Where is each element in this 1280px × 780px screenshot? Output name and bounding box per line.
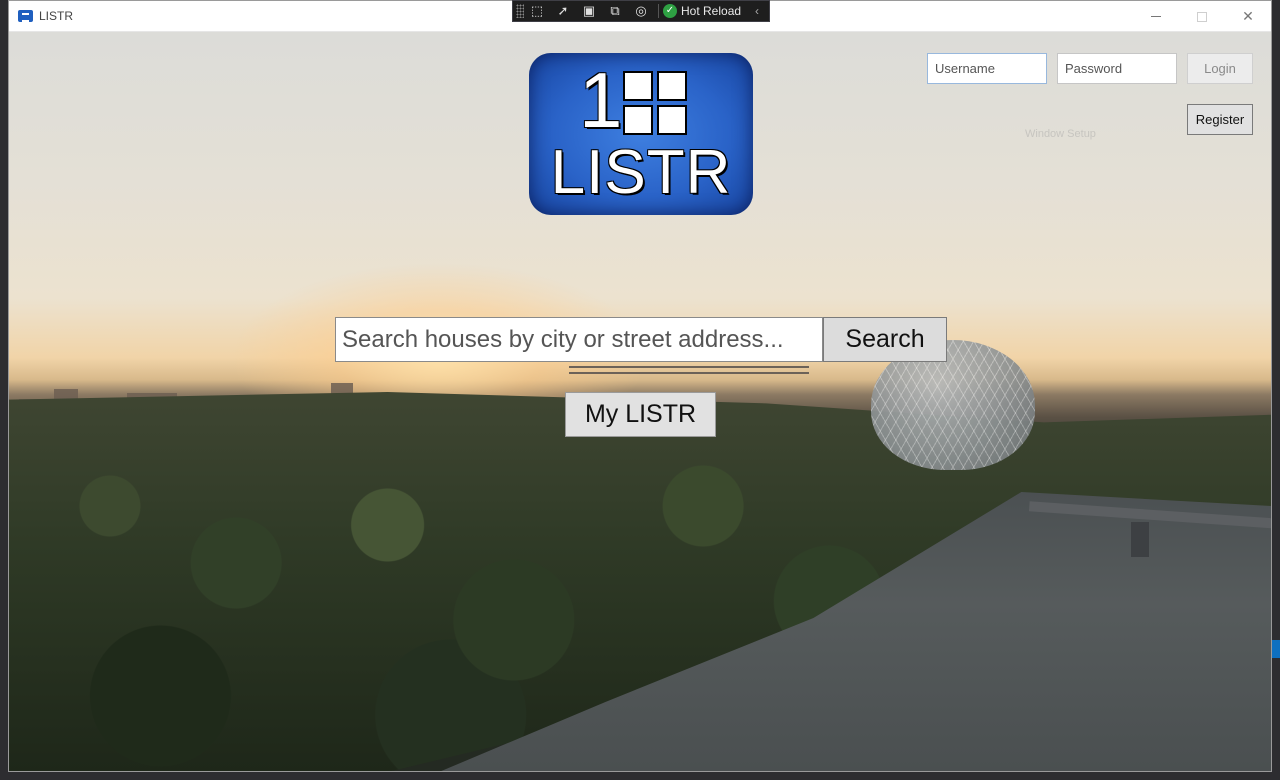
register-button[interactable]: Register [1187,104,1253,135]
username-field[interactable] [927,53,1047,84]
app-icon [18,10,33,22]
pointer-icon[interactable]: ➚ [550,3,576,19]
ide-background-bottom [0,772,1280,780]
listr-logo: 1 LISTR [529,53,753,215]
toolbar-separator [658,4,659,18]
close-icon: ✕ [1242,8,1254,25]
maximize-icon [1197,11,1207,22]
ide-background-left [0,0,8,780]
logo-text: LISTR [550,138,732,207]
check-circle-icon: ✓ [663,4,677,18]
chevron-left-icon[interactable]: ‹ [755,4,759,18]
track-focus-icon[interactable]: ◎ [628,3,654,19]
password-field[interactable] [1057,53,1177,84]
ghost-text: Window Setup [1025,128,1096,140]
select-element-icon[interactable]: ⬚ [524,3,550,19]
layout-adorner-icon[interactable]: ▣ [576,3,602,19]
drag-grip-icon[interactable] [516,4,524,18]
window-title: LISTR [39,9,74,23]
my-listr-button[interactable]: My LISTR [565,392,716,437]
ide-background-right [1272,0,1280,780]
logo-number: 1 [579,56,623,144]
xaml-debug-toolbar: ⬚ ➚ ▣ ⧉ ◎ ✓ Hot Reload ‹ [512,0,770,22]
distant-bridge [569,366,809,374]
ide-scroll-marker [1272,640,1280,658]
logo-grid-icon [623,71,689,137]
search-button[interactable]: Search [823,317,947,362]
main-content: 1 LISTR Login Register Window Setup Sear… [9,32,1271,771]
maximize-button[interactable] [1179,1,1225,32]
hot-reload-label[interactable]: Hot Reload [681,4,741,18]
display-layout-icon[interactable]: ⧉ [602,3,628,19]
bridge-pier [1131,522,1149,557]
minimize-button[interactable] [1133,1,1179,32]
search-input[interactable] [335,317,823,362]
login-button[interactable]: Login [1187,53,1253,84]
close-button[interactable]: ✕ [1225,1,1271,32]
app-window: LISTR ✕ 1 LISTR Username Login Register … [8,0,1272,772]
minimize-icon [1151,16,1161,17]
